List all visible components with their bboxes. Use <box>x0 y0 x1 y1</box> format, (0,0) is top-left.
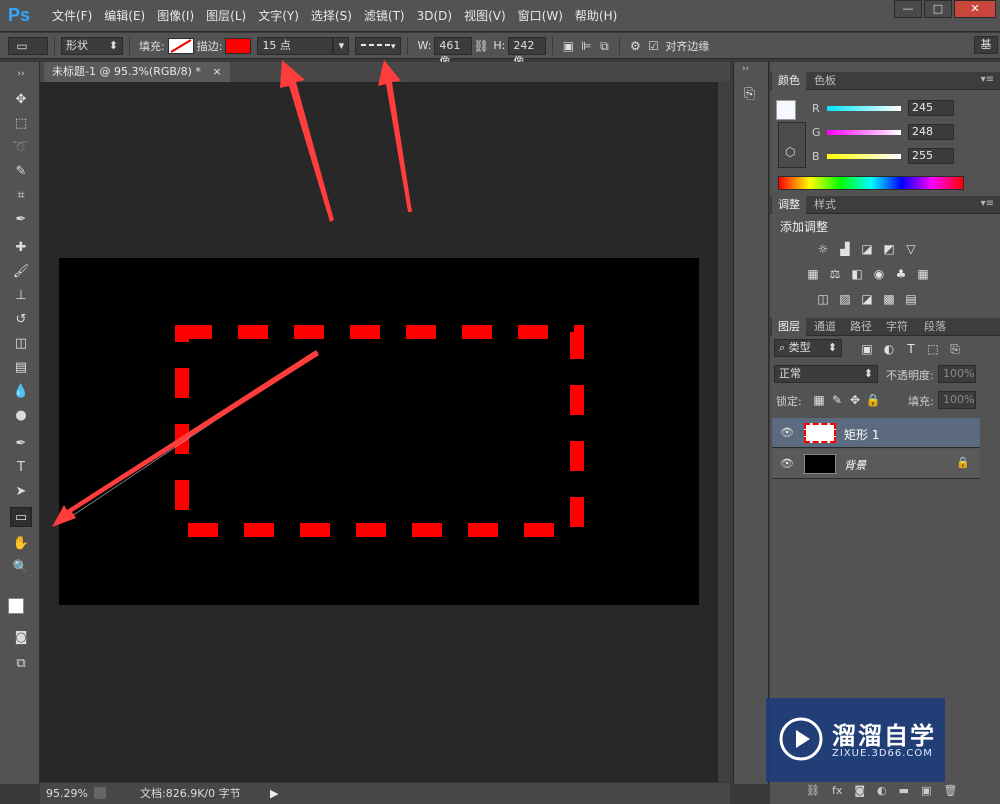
filter-smart-icon[interactable]: ⎘ <box>946 342 964 356</box>
gradient-map-icon[interactable]: ▤ <box>902 292 920 306</box>
tab-character[interactable]: 字符 <box>880 318 914 336</box>
watermark: 溜溜自学 ZIXUE.3D66.COM <box>766 698 945 782</box>
tab-paragraph[interactable]: 段落 <box>918 318 952 336</box>
color-spectrum[interactable] <box>778 176 964 190</box>
tab-paths[interactable]: 路径 <box>844 318 878 336</box>
filter-shape-icon[interactable]: ⬚ <box>924 342 942 356</box>
delete-layer-icon[interactable]: 🗑 <box>943 784 957 797</box>
lock-transparency-icon[interactable]: ▦ <box>810 393 828 407</box>
channel-r-input[interactable]: 245 <box>908 100 954 116</box>
blend-mode-value: 正常 <box>779 367 801 380</box>
zoom-level[interactable]: 95.29% <box>46 783 88 804</box>
tab-styles[interactable]: 样式 <box>808 196 842 214</box>
vibrance-icon[interactable]: ▽ <box>902 242 920 256</box>
add-mask-icon[interactable]: ◙ <box>854 784 865 797</box>
eye-icon[interactable]: 👁 <box>780 457 794 470</box>
vertical-scrollbar[interactable] <box>718 82 732 782</box>
color-lookup-icon[interactable]: ▦ <box>914 267 932 281</box>
opacity-label: 不透明度: <box>886 369 934 382</box>
layers-panel-tabs: 图层 通道 路径 字符 段落 <box>770 318 1000 336</box>
new-adjustment-icon[interactable]: ◐ <box>877 784 887 797</box>
invert-icon[interactable]: ◫ <box>814 292 832 306</box>
panel-menu-icon[interactable]: ▾≡ <box>981 74 994 85</box>
tab-color[interactable]: 颜色 <box>772 72 806 90</box>
channel-b-slider[interactable] <box>827 154 901 159</box>
tab-swatches[interactable]: 色板 <box>808 72 842 90</box>
opacity-input[interactable]: 100% <box>938 365 976 383</box>
channel-g-slider[interactable] <box>827 130 901 135</box>
tab-layers[interactable]: 图层 <box>772 318 806 336</box>
mini-panel: ⬡ <box>778 122 806 168</box>
lock-position-icon[interactable]: ✥ <box>846 393 864 407</box>
filter-adjustment-icon[interactable]: ◐ <box>880 342 898 356</box>
layer-name: 矩形 1 <box>844 428 880 442</box>
foreground-color-swatch[interactable] <box>776 100 796 120</box>
adjust-panel-tabs: 调整 样式 ▾≡ <box>770 196 1000 214</box>
channel-mixer-icon[interactable]: ♣ <box>892 267 910 281</box>
collapse-icon[interactable]: ›› <box>742 64 749 74</box>
watermark-title: 溜溜自学 <box>832 722 936 750</box>
history-panel-icon[interactable]: ⎘ <box>744 86 755 102</box>
curves-icon[interactable]: ◪ <box>858 242 876 256</box>
posterize-icon[interactable]: ▨ <box>836 292 854 306</box>
panel-dock: ›› ⎘ <box>733 62 769 784</box>
layer-thumbnail <box>804 423 836 443</box>
hue-saturation-icon[interactable]: ▦ <box>804 267 822 281</box>
channel-b-input[interactable]: 255 <box>908 148 954 164</box>
channel-r-label: R <box>812 102 820 115</box>
filter-type-icon[interactable]: T <box>902 342 920 356</box>
selective-color-icon[interactable]: ▩ <box>880 292 898 306</box>
fill-input[interactable]: 100% <box>938 391 976 409</box>
channel-g-input[interactable]: 248 <box>908 124 954 140</box>
brightness-icon[interactable]: ☼ <box>814 242 832 256</box>
new-group-icon[interactable]: ▬ <box>899 784 909 797</box>
layer-thumbnail <box>804 454 836 474</box>
annotation-arrows <box>52 60 412 527</box>
channel-g-label: G <box>812 126 821 139</box>
layer-filter-select[interactable]: ⌕ 类型 ⬍ <box>774 339 842 357</box>
watermark-url: ZIXUE.3D66.COM <box>832 748 933 759</box>
3d-cube-icon[interactable]: ⬡ <box>785 145 795 159</box>
arrow-to-stroke-width <box>280 60 334 222</box>
arrow-to-stroke-type <box>378 60 412 212</box>
color-panel-tabs: 颜色 色板 ▾≡ <box>770 72 1000 90</box>
document-info: 文档:826.9K/0 字节 <box>140 787 241 800</box>
black-white-icon[interactable]: ◧ <box>848 267 866 281</box>
lock-pixels-icon[interactable]: ✎ <box>828 393 846 407</box>
channel-r-slider[interactable] <box>827 106 901 111</box>
search-icon: ⌕ <box>779 341 789 354</box>
play-arrow-icon[interactable]: ▶ <box>270 783 278 804</box>
layer-row-rectangle[interactable]: 👁 矩形 1 <box>772 418 980 448</box>
link-layers-icon[interactable]: ⛓ <box>806 784 820 797</box>
layer-name: 背景 <box>844 459 866 472</box>
fx-icon[interactable]: fx <box>832 784 842 797</box>
channel-b-label: B <box>812 150 820 163</box>
add-adjustment-heading: 添加调整 <box>780 220 829 234</box>
tab-adjustments[interactable]: 调整 <box>772 196 806 214</box>
photo-filter-icon[interactable]: ◉ <box>870 267 888 281</box>
chevron-down-icon: ⬍ <box>863 367 873 380</box>
status-bar: 95.29% 文档:826.9K/0 字节 ▶ <box>40 783 730 804</box>
blend-mode-select[interactable]: 正常 ⬍ <box>774 365 878 383</box>
threshold-icon[interactable]: ◪ <box>858 292 876 306</box>
lock-label: 锁定: <box>776 395 802 408</box>
lock-all-icon[interactable]: 🔒 <box>864 393 882 407</box>
levels-icon[interactable]: ▟ <box>836 242 854 256</box>
layer-filter-value: 类型 <box>788 341 811 354</box>
color-balance-icon[interactable]: ⚖ <box>826 267 844 281</box>
eye-icon[interactable]: 👁 <box>780 426 794 439</box>
new-layer-icon[interactable]: ▣ <box>921 784 931 797</box>
filter-pixel-icon[interactable]: ▣ <box>858 342 876 356</box>
right-panels: 颜色 色板 ▾≡ ⬡ R 245 G 248 B 255 调整 样式 ▾≡ 添加… <box>770 62 1000 804</box>
dashed-rectangle-shape[interactable] <box>175 325 584 537</box>
lock-icon: 🔒 <box>956 456 970 469</box>
share-icon[interactable] <box>94 787 106 799</box>
layer-row-background[interactable]: 👁 背景 🔒 <box>772 449 980 479</box>
fill-label: 填充: <box>908 395 934 408</box>
panel-menu-icon[interactable]: ▾≡ <box>981 198 994 209</box>
watermark-logo-icon <box>779 717 823 761</box>
tab-channels[interactable]: 通道 <box>808 318 842 336</box>
exposure-icon[interactable]: ◩ <box>880 242 898 256</box>
chevron-down-icon: ⬍ <box>827 341 837 354</box>
